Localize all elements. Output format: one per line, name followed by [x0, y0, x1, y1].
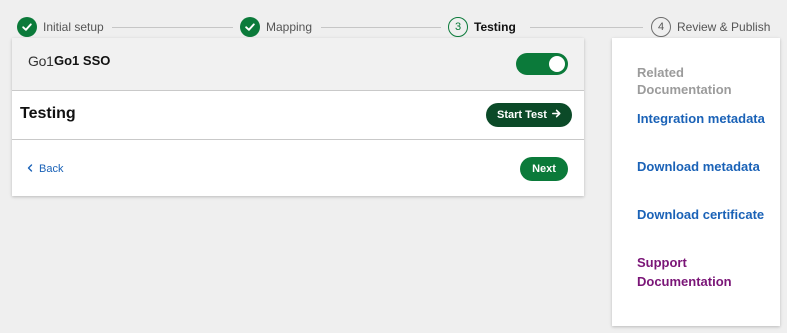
integration-metadata-link[interactable]: Integration metadata [637, 109, 767, 128]
integration-name: Go1 SSO [54, 53, 111, 68]
step-label: Review & Publish [677, 20, 771, 34]
section-title: Testing [20, 105, 76, 122]
toggle-knob [549, 56, 565, 72]
next-button[interactable]: Next [520, 157, 568, 181]
chevron-left-icon [27, 163, 33, 175]
check-circle-icon [17, 17, 37, 37]
step-label: Mapping [266, 20, 313, 34]
step-number-badge: 3 [448, 17, 468, 37]
step-number: 4 [657, 20, 665, 33]
integration-card: Go1 Go1 SSO Testing Start Test Back Next [12, 38, 584, 196]
stepper-connector [321, 27, 441, 28]
step-initial-setup[interactable]: Initial setup [17, 17, 104, 37]
panel-title: Related Documentation [637, 65, 732, 97]
enable-toggle[interactable] [516, 53, 568, 75]
stepper-connector [530, 27, 643, 28]
step-label: Initial setup [43, 20, 104, 34]
arrow-right-icon [551, 109, 561, 121]
integration-header: Go1 Go1 SSO [12, 38, 584, 91]
check-circle-icon [240, 17, 260, 37]
related-docs-panel: Related Documentation Integration metada… [612, 38, 780, 326]
stepper-connector [112, 27, 233, 28]
step-number-badge: 4 [651, 17, 671, 37]
download-metadata-link[interactable]: Download metadata [637, 157, 767, 176]
support-documentation-link[interactable]: Support Documentation [637, 253, 767, 291]
back-link[interactable]: Back [27, 163, 63, 175]
step-number: 3 [454, 20, 462, 33]
step-testing[interactable]: 3 Testing [448, 17, 516, 37]
start-test-button[interactable]: Start Test [486, 103, 572, 127]
back-label: Back [39, 163, 64, 175]
step-mapping[interactable]: Mapping [240, 17, 312, 37]
start-test-label: Start Test [497, 109, 547, 121]
testing-section: Testing Start Test [12, 91, 584, 140]
step-label: Testing [474, 20, 516, 34]
download-certificate-link[interactable]: Download certificate [637, 205, 767, 224]
app-logo: Go1 [28, 53, 54, 69]
progress-stepper: Initial setup Mapping 3 Testing 4 Review… [0, 0, 787, 38]
step-review-publish[interactable]: 4 Review & Publish [651, 17, 770, 37]
